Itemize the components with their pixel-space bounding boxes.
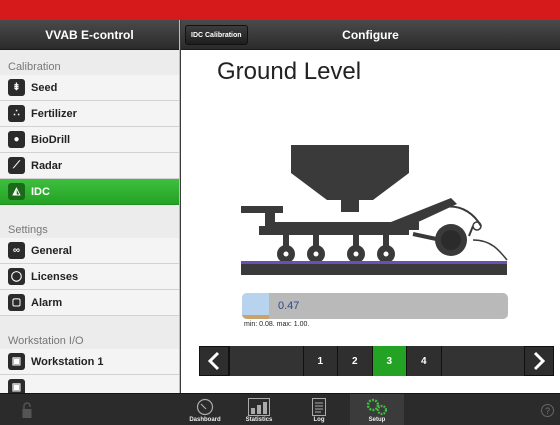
log-label: Log: [313, 417, 325, 423]
lock-icon[interactable]: [22, 401, 32, 419]
dashboard-label: Dashboard: [189, 417, 221, 423]
gauge-icon: [196, 397, 214, 417]
setup-button[interactable]: Setup: [350, 394, 404, 425]
sidebar-item-label: BioDrill: [31, 133, 71, 146]
statistics-button[interactable]: Statistics: [232, 394, 286, 425]
sidebar-item-fertilizer[interactable]: ∴ Fertilizer: [0, 101, 179, 127]
min-max-label: min: 0.08. max: 1.00.: [244, 321, 310, 328]
sidebar-item-biodrill[interactable]: ● BioDrill: [0, 127, 179, 153]
sidebar-item-label: IDC: [31, 185, 50, 198]
sidebar-item-radar[interactable]: ⟋ Radar: [0, 153, 179, 179]
sidebar-item-alarm[interactable]: ▢ Alarm: [0, 290, 179, 316]
sidebar-item-general[interactable]: ∞ General: [0, 238, 179, 264]
page-button-3[interactable]: 3: [371, 346, 407, 376]
progress-fill: [242, 293, 269, 319]
radar-icon: ⟋: [8, 157, 25, 174]
setup-label: Setup: [368, 417, 386, 423]
chevron-left-icon[interactable]: [199, 346, 229, 376]
pager-spacer: [440, 346, 525, 376]
app-title: VVAB E-control: [0, 20, 179, 50]
ground-level-progress-bar: 0.47: [242, 293, 508, 319]
bottom-toolbar: Dashboard Statistics Log Setup ?: [0, 393, 560, 425]
sidebar-item-label: Fertilizer: [31, 107, 77, 120]
main-header: IDC Calibration Configure: [181, 20, 560, 50]
idc-icon: ◭: [8, 183, 25, 200]
biodrill-icon: ●: [8, 131, 25, 148]
sidebar-item-label: Workstation 1: [31, 355, 104, 368]
document-icon: [312, 397, 326, 417]
ground-level-heading: Ground Level: [217, 58, 362, 85]
sidebar-item-seed[interactable]: ⇟ Seed: [0, 75, 179, 101]
sidebar-item-partial[interactable]: ▣: [0, 375, 179, 393]
general-icon: ∞: [8, 242, 25, 259]
sidebar-item-label: Radar: [31, 159, 63, 172]
gears-icon: [365, 397, 389, 417]
chevron-right-icon[interactable]: [524, 346, 554, 376]
page-button-4[interactable]: 4: [406, 346, 441, 376]
page-button-1[interactable]: 1: [302, 346, 338, 376]
sidebar-item-licenses[interactable]: ◯ Licenses: [0, 264, 179, 290]
sidebar-item-label: Licenses: [31, 270, 79, 283]
progress-value: 0.47: [278, 300, 300, 312]
licenses-icon: ◯: [8, 268, 25, 285]
main-panel: IDC Calibration Configure Ground Level 0…: [181, 20, 560, 393]
seed-icon: ⇟: [8, 79, 25, 96]
alarm-icon: ▢: [8, 294, 25, 311]
help-icon[interactable]: ?: [541, 404, 554, 417]
section-title-calibration: Calibration: [8, 61, 61, 73]
dashboard-button[interactable]: Dashboard: [178, 394, 232, 425]
log-button[interactable]: Log: [292, 394, 346, 425]
sidebar-item-idc[interactable]: ◭ IDC: [0, 179, 179, 205]
page-navigator: 1 2 3 4: [199, 346, 554, 376]
sidebar-item-label: General: [31, 244, 72, 257]
workstation-icon: ▣: [8, 353, 25, 370]
seed-drill-illustration: [241, 145, 508, 275]
page-button-2[interactable]: 2: [337, 346, 372, 376]
pager-spacer: [228, 346, 303, 376]
sidebar-item-label: Alarm: [31, 296, 63, 309]
section-title-workstation-io: Workstation I/O: [8, 335, 84, 347]
sidebar-item-workstation-1[interactable]: ▣ Workstation 1: [0, 349, 179, 375]
fertilizer-icon: ∴: [8, 105, 25, 122]
idc-calibration-tab[interactable]: IDC Calibration: [185, 25, 248, 45]
bar-chart-icon: [248, 397, 270, 417]
top-accent-strip: [0, 0, 560, 20]
workstation-icon: ▣: [8, 379, 25, 393]
section-title-settings: Settings: [8, 224, 48, 236]
sidebar-item-label: Seed: [31, 81, 58, 94]
sidebar: VVAB E-control Calibration ⇟ Seed ∴ Fert…: [0, 20, 180, 393]
statistics-label: Statistics: [245, 417, 273, 423]
